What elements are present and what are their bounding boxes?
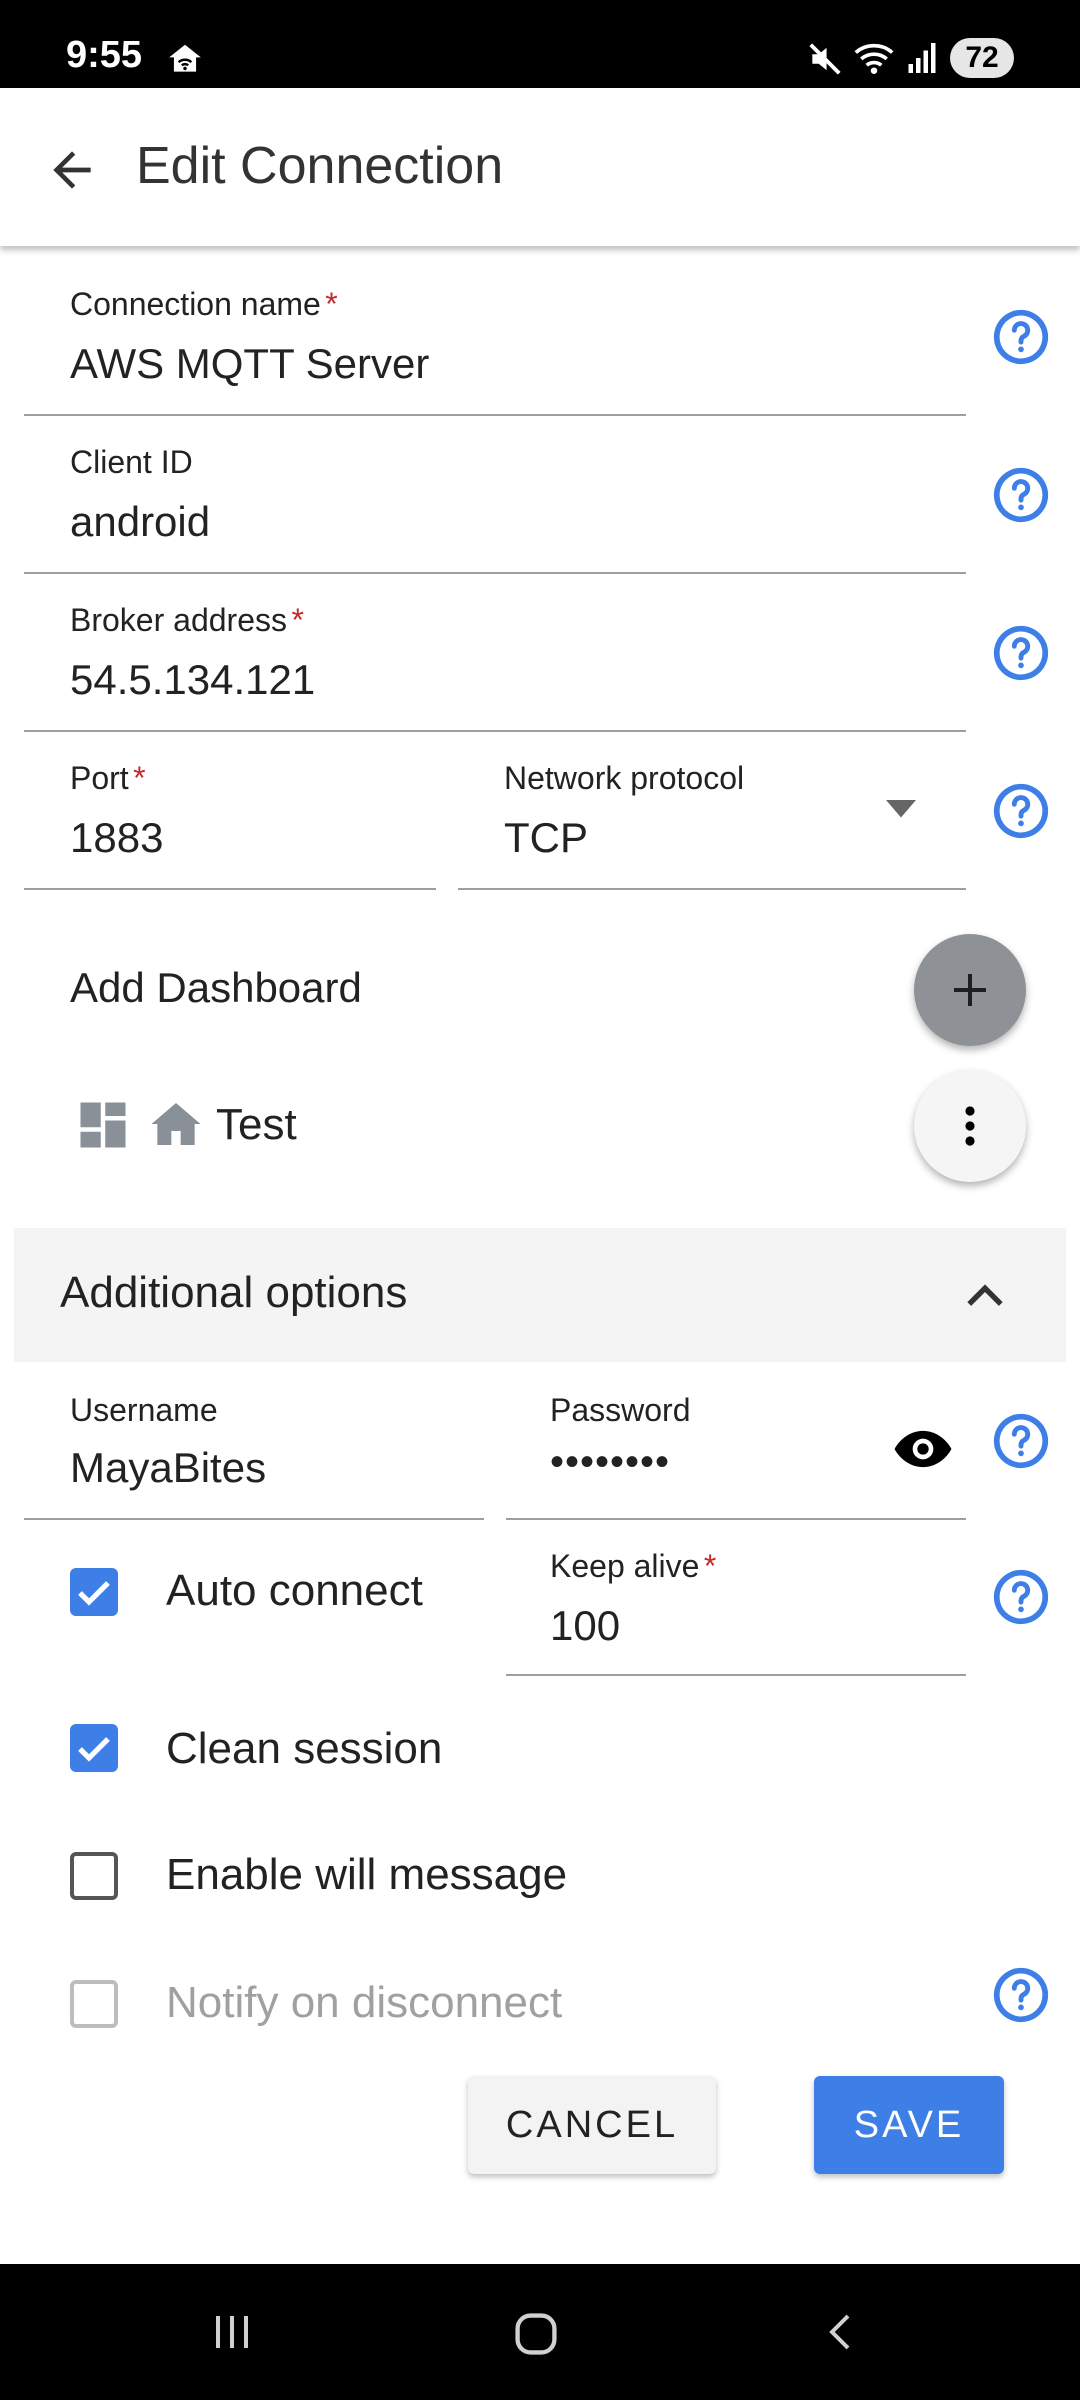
check-icon xyxy=(78,1581,110,1606)
additional-options-title: Additional options xyxy=(60,1268,408,1317)
password-label: Password xyxy=(550,1392,691,1428)
client-id-input[interactable]: android xyxy=(70,498,210,546)
eye-icon[interactable] xyxy=(892,1418,954,1480)
help-icon[interactable] xyxy=(990,622,1052,684)
app-bar: Edit Connection xyxy=(0,88,1080,246)
password-input[interactable]: •••••••• xyxy=(550,1440,670,1485)
notify-disconnect-checkbox[interactable] xyxy=(70,1980,118,2028)
help-icon[interactable] xyxy=(990,780,1052,842)
username-label: Username xyxy=(70,1392,218,1428)
cancel-button[interactable]: CANCEL xyxy=(468,2076,716,2174)
network-protocol-label: Network protocol xyxy=(504,760,745,796)
username-input[interactable]: MayaBites xyxy=(70,1444,266,1492)
network-protocol-select[interactable]: TCP xyxy=(504,814,588,862)
home-icon xyxy=(151,1103,201,1145)
connection-name-input[interactable]: AWS MQTT Server xyxy=(70,340,429,388)
broker-address-underline xyxy=(24,730,966,732)
back-arrow-icon[interactable] xyxy=(44,142,100,198)
help-icon[interactable] xyxy=(990,1566,1052,1628)
chevron-up-icon xyxy=(967,1284,1003,1306)
add-dashboard-button[interactable] xyxy=(914,934,1026,1046)
help-icon[interactable] xyxy=(990,1964,1052,2026)
broker-address-label: Broker address * xyxy=(70,602,304,638)
keep-alive-underline xyxy=(506,1674,966,1676)
connection-name-label: Connection name * xyxy=(70,286,338,322)
connection-name-underline xyxy=(24,414,966,416)
client-id-label: Client ID xyxy=(70,444,193,480)
notify-disconnect-label: Notify on disconnect xyxy=(166,1978,563,2027)
keep-alive-input[interactable]: 100 xyxy=(550,1602,620,1650)
dashboard-item-label[interactable]: Test xyxy=(216,1100,297,1150)
signal-icon xyxy=(908,43,936,73)
save-button[interactable]: SAVE xyxy=(814,2076,1004,2174)
clean-session-label: Clean session xyxy=(166,1724,443,1773)
home-button-icon[interactable] xyxy=(510,2308,562,2360)
page-title: Edit Connection xyxy=(136,137,504,195)
dashboard-icon xyxy=(80,1102,126,1148)
help-icon[interactable] xyxy=(990,1410,1052,1472)
network-protocol-underline xyxy=(458,888,966,890)
check-icon xyxy=(78,1737,110,1762)
system-nav-bar xyxy=(0,2264,1080,2400)
keep-alive-label: Keep alive * xyxy=(550,1548,717,1584)
password-underline xyxy=(506,1518,966,1520)
port-input[interactable]: 1883 xyxy=(70,814,163,862)
client-id-underline xyxy=(24,572,966,574)
help-icon[interactable] xyxy=(990,464,1052,526)
port-underline xyxy=(24,888,436,890)
status-bar: 9:55 72 xyxy=(0,0,1080,88)
additional-options-header[interactable]: Additional options xyxy=(14,1228,1066,1362)
dashboard-menu-button[interactable] xyxy=(914,1070,1026,1182)
status-time: 9:55 xyxy=(66,34,143,76)
enable-will-checkbox[interactable] xyxy=(70,1852,118,1900)
wifi-icon xyxy=(854,43,894,74)
clean-session-checkbox[interactable] xyxy=(70,1724,118,1772)
broker-address-input[interactable]: 54.5.134.121 xyxy=(70,656,315,704)
mute-icon xyxy=(809,43,841,75)
battery-indicator: 72 xyxy=(950,38,1014,78)
system-back-icon[interactable] xyxy=(818,2308,866,2356)
enable-will-label: Enable will message xyxy=(166,1850,568,1899)
add-dashboard-label: Add Dashboard xyxy=(70,964,362,1011)
recent-apps-icon[interactable] xyxy=(208,2308,256,2356)
dropdown-arrow-icon[interactable] xyxy=(886,800,916,820)
port-label: Port * xyxy=(70,760,146,796)
more-vert-icon xyxy=(965,1106,975,1146)
username-underline xyxy=(24,1518,484,1520)
help-icon[interactable] xyxy=(990,306,1052,368)
auto-connect-label: Auto connect xyxy=(166,1566,423,1615)
plus-icon xyxy=(954,974,986,1006)
auto-connect-checkbox[interactable] xyxy=(70,1568,118,1616)
home-wifi-icon xyxy=(169,44,201,72)
